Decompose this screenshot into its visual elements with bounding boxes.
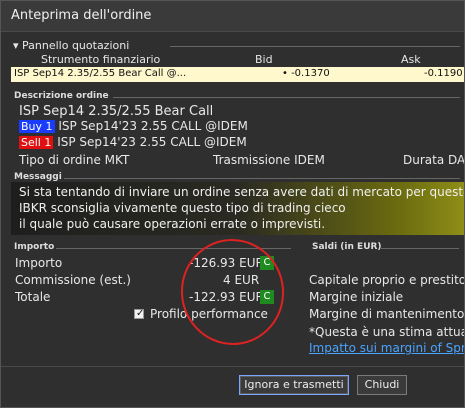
- window-title: Anteprima dell'ordine: [11, 8, 152, 23]
- quote-instrument: ISP Sep14 2.35/2.55 Bear Call @...: [14, 68, 187, 79]
- leg-buy-text: ISP Sep14'23 2.55 CALL @IDEM: [58, 119, 248, 133]
- totale-label: Totale: [15, 290, 51, 304]
- messages-section-label: Messaggi: [14, 172, 62, 182]
- header-bid[interactable]: Bid: [255, 53, 273, 66]
- order-transmission: Trasmissione IDEM: [213, 153, 325, 167]
- profile-checkbox[interactable]: ✓: [134, 308, 145, 319]
- order-type: Tipo di ordine MKT: [19, 153, 130, 167]
- commissione-label: Commissione (est.): [15, 273, 131, 287]
- message-line-2: IBKR sconsiglia vivamente questo tipo di…: [19, 201, 346, 215]
- messages-divider: [64, 178, 460, 179]
- close-button[interactable]: Chiudi: [357, 375, 407, 395]
- saldi-capitale: Capitale proprio e prestito: [309, 273, 465, 287]
- transmit-button[interactable]: Ignora e trasmetti: [239, 375, 349, 395]
- window-titlebar: Anteprima dell'ordine: [1, 1, 464, 32]
- saldi-margine-mantenimento: Margine di mantenimento: [309, 307, 465, 321]
- margin-impact-link[interactable]: Impatto sui margini of Sprea: [309, 341, 464, 355]
- header-ask[interactable]: Ask: [401, 53, 421, 66]
- leg-buy: Buy 1 ISP Sep14'23 2.55 CALL @IDEM: [19, 119, 248, 133]
- saldi-section-label: Saldi (in EUR): [312, 242, 382, 252]
- header-instrument[interactable]: Strumento finanziario: [41, 53, 160, 66]
- description-divider: [113, 97, 460, 98]
- quote-ask: -0.1190: [424, 68, 463, 79]
- leg-sell-text: ISP Sep14'23 2.55 CALL @IDEM: [57, 135, 247, 149]
- saldi-note: *Questa è una stima attual: [309, 325, 465, 339]
- footer-divider: [1, 366, 464, 367]
- saldi-divider: [381, 248, 459, 249]
- importo-label: Importo: [15, 256, 63, 270]
- message-line-1: Si sta tentando di inviare un ordine sen…: [19, 185, 465, 199]
- quote-bid: • -0.1370: [282, 68, 330, 79]
- order-title: ISP Sep14 2.35/2.55 Bear Call: [19, 104, 214, 119]
- order-duration: Durata DAY: [403, 153, 465, 167]
- order-preview-window: Anteprima dell'ordine ▾ Pannello quotazi…: [0, 0, 465, 408]
- quotes-divider: [170, 46, 460, 47]
- leg-buy-badge: Buy 1: [19, 120, 55, 133]
- quotes-panel-toggle[interactable]: ▾ Pannello quotazioni: [13, 39, 129, 52]
- saldi-margine-iniziale: Margine iniziale: [309, 290, 404, 304]
- leg-sell: Sell 1 ISP Sep14'23 2.55 CALL @IDEM: [19, 135, 247, 149]
- checkmark-icon: ✓: [136, 308, 145, 319]
- message-line-3: il quale può causare operazioni errate o…: [19, 217, 326, 231]
- leg-sell-badge: Sell 1: [19, 136, 54, 149]
- description-section-label: Descrizione ordine: [14, 91, 109, 101]
- annotation-circle: [172, 230, 293, 354]
- importo-section-label: Importo: [14, 242, 55, 252]
